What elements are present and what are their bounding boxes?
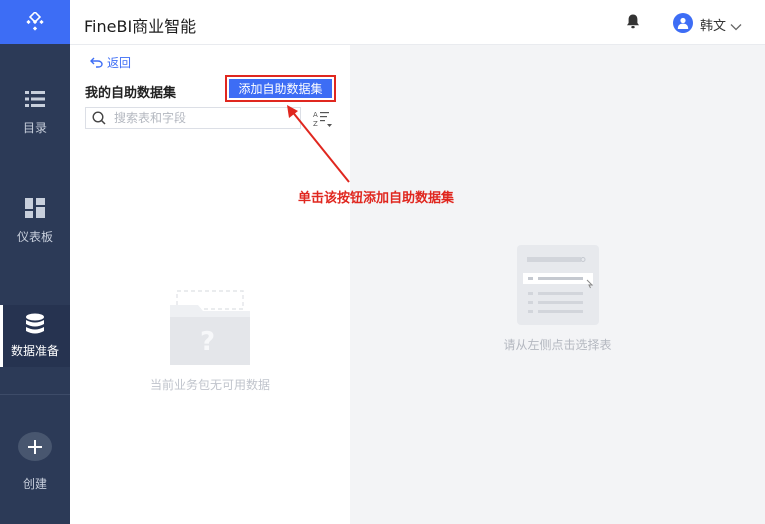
sort-icon[interactable]: A Z xyxy=(313,110,333,132)
empty-state-text: 当前业务包无可用数据 xyxy=(149,378,270,392)
sidebar-item-label: 数据准备 xyxy=(10,344,59,358)
user-icon xyxy=(677,17,689,29)
sidebar-divider xyxy=(0,394,70,395)
select-table-illustration xyxy=(517,245,599,329)
user-name[interactable]: 韩文 xyxy=(700,15,726,34)
dashboard-icon xyxy=(24,197,46,219)
sidebar-item-create[interactable]: 创建 xyxy=(0,432,70,492)
annotation-text: 单击该按钮添加自助数据集 xyxy=(298,191,455,206)
database-icon xyxy=(24,313,46,335)
table-list-icon xyxy=(517,245,599,325)
add-self-service-dataset-button[interactable]: 添加自助数据集 xyxy=(229,79,332,98)
empty-folder-illustration: ? xyxy=(170,290,250,369)
search-input[interactable] xyxy=(112,110,296,126)
svg-text:Z: Z xyxy=(313,120,318,128)
sidebar-item-catalog[interactable]: 目录 xyxy=(0,88,70,148)
sidebar-item-label: 仪表板 xyxy=(16,230,53,244)
svg-text:A: A xyxy=(313,111,318,119)
svg-text:?: ? xyxy=(200,327,215,357)
sidebar-item-label: 目录 xyxy=(22,121,47,135)
top-bar: FineBI商业智能 韩文 xyxy=(70,0,765,45)
bell-icon[interactable] xyxy=(626,14,640,33)
highlight-frame: 添加自助数据集 xyxy=(225,75,336,102)
panel-title: 我的自助数据集 xyxy=(85,86,177,101)
back-label: 返回 xyxy=(107,56,132,70)
chevron-down-icon[interactable] xyxy=(730,16,742,35)
sidebar-item-data-prep[interactable]: 数据准备 xyxy=(0,305,70,367)
sidebar-item-label: 创建 xyxy=(22,477,47,491)
sidebar-item-dashboard[interactable]: 仪表板 xyxy=(0,197,70,257)
empty-folder-icon: ? xyxy=(170,290,250,365)
preview-panel: 请从左侧点击选择表 xyxy=(350,45,765,524)
app-title: FineBI商业智能 xyxy=(84,17,197,36)
sidebar: 目录 仪表板 数据准备 创建 xyxy=(0,0,70,524)
select-table-hint: 请从左侧点击选择表 xyxy=(503,338,612,352)
search-icon xyxy=(92,111,106,125)
logo-icon xyxy=(26,12,44,31)
back-link[interactable]: 返回 xyxy=(90,54,131,71)
back-arrow-icon xyxy=(90,57,103,68)
user-avatar[interactable] xyxy=(673,13,693,33)
active-indicator xyxy=(0,305,3,367)
plus-icon xyxy=(18,432,52,461)
app-logo[interactable] xyxy=(0,0,70,44)
self-service-dataset-panel: 返回 我的自助数据集 添加自助数据集 A Z ? 当前业务包无可用数据 xyxy=(70,45,350,524)
list-icon xyxy=(24,88,46,110)
search-box[interactable] xyxy=(85,107,301,129)
